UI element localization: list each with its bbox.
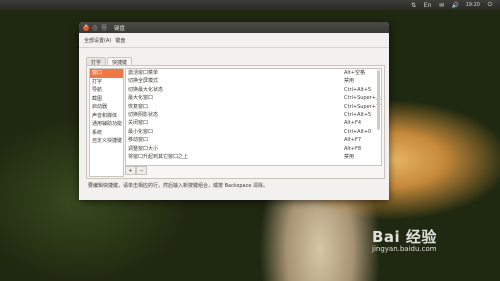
network-icon[interactable]: ⇅: [410, 1, 418, 9]
shortcut-action: 移动窗口: [128, 137, 149, 144]
shortcut-key: 禁用: [344, 153, 355, 160]
shortcut-list: 激活窗口菜单 Alt+空格 切换全屏模式 禁用 切换最大化状态 Ctrl+Alt+5 …: [125, 68, 382, 166]
shortcut-action: 激活窗口菜单: [128, 70, 159, 76]
watermark-url: jingyan.baidu.com: [372, 245, 437, 253]
category-item-navigation[interactable]: 导航: [90, 86, 123, 95]
list-toolbar: + −: [125, 166, 147, 175]
shortcut-action: 将窗口升起到其它窗口之上: [128, 153, 189, 160]
category-item-custom[interactable]: 自定义快捷键: [90, 137, 123, 146]
shortcut-action: 切换全屏模式: [128, 78, 159, 85]
shortcut-key: Alt+F7: [344, 137, 362, 144]
remove-shortcut-button[interactable]: −: [136, 166, 147, 175]
table-row[interactable]: 恢复窗口 Ctrl+Super+下: [126, 103, 381, 111]
watermark-brand: Bai 经验: [372, 228, 437, 246]
shortcut-key: Ctrl+Alt+5: [344, 86, 372, 93]
clock[interactable]: 19:20: [466, 2, 480, 8]
table-row[interactable]: 激活窗口菜单 Alt+空格: [126, 69, 381, 77]
category-item-system[interactable]: 系统: [90, 129, 123, 138]
category-item-accessibility[interactable]: 通用辅助功能: [90, 120, 123, 129]
minimize-icon[interactable]: –: [92, 24, 98, 31]
close-icon[interactable]: ×: [83, 24, 89, 31]
table-row[interactable]: 调整窗口大小 Alt+F8: [126, 145, 381, 153]
keyboard-settings-window: × – □ 键盘 全部设置(A) 键盘 打字 快捷键 窗口 打字 导航 截图 启…: [79, 22, 389, 200]
keyboard-layout-indicator[interactable]: En: [424, 1, 432, 9]
table-row[interactable]: 最小化窗口 Ctrl+Alt+0: [126, 128, 381, 136]
shortcut-action: 切换最大化状态: [128, 86, 164, 93]
edit-hint-text: 要编辑快捷键，请单击相应的行，然后输入新按键组合，或按 Backspace 清除…: [88, 183, 268, 189]
shortcut-action: 最小化窗口: [128, 128, 154, 135]
shortcut-key: Ctrl+Super+下: [344, 103, 381, 110]
maximize-icon[interactable]: □: [101, 24, 107, 31]
shortcut-key: Alt+F8: [344, 145, 362, 152]
window-titlebar[interactable]: × – □ 键盘: [79, 22, 389, 33]
category-list: 窗口 打字 导航 截图 启动器 声音和媒体 通用辅助功能 系统 自定义快捷键: [89, 68, 124, 177]
shortcut-key: Ctrl+Alt+0: [344, 128, 372, 135]
table-row[interactable]: 将窗口升起到其它窗口之上 禁用: [126, 153, 381, 161]
power-icon[interactable]: ⏻: [486, 1, 494, 9]
mail-icon[interactable]: ✉: [438, 1, 446, 9]
add-shortcut-button[interactable]: +: [125, 166, 136, 175]
shortcut-action: 最大化窗口: [128, 95, 154, 102]
shortcut-action: 关闭窗口: [128, 120, 149, 127]
category-item-sound-media[interactable]: 声音和媒体: [90, 112, 123, 121]
baidu-jingyan-watermark: Bai 经验 jingyan.baidu.com: [372, 226, 437, 253]
shortcut-key: Alt+空格: [344, 70, 365, 76]
shortcut-action: 切换阴影状态: [128, 111, 159, 118]
settings-breadcrumb: 全部设置(A) 键盘: [79, 33, 389, 48]
window-title: 键盘: [114, 25, 126, 32]
table-row[interactable]: 切换全屏模式 禁用: [126, 77, 381, 85]
current-panel-label: 键盘: [115, 37, 126, 44]
list-scrollbar[interactable]: [377, 70, 380, 130]
top-panel: ⇅ En ✉ 🔊 19:20 ⏻: [0, 0, 500, 10]
shortcut-action: 调整窗口大小: [128, 145, 159, 152]
shortcuts-panel: 窗口 打字 导航 截图 启动器 声音和媒体 通用辅助功能 系统 自定义快捷键 激…: [86, 65, 385, 179]
category-item-screenshots[interactable]: 截图: [90, 95, 123, 104]
table-row[interactable]: 切换阴影状态 Ctrl+Alt+5: [126, 111, 381, 119]
all-settings-button[interactable]: 全部设置(A): [84, 37, 111, 44]
shortcut-key: Alt+F4: [344, 120, 362, 127]
category-item-typing[interactable]: 打字: [90, 78, 123, 87]
category-item-launchers[interactable]: 启动器: [90, 103, 123, 112]
table-row[interactable]: 移动窗口 Alt+F7: [126, 136, 381, 144]
shortcut-key: Ctrl+Alt+5: [344, 111, 372, 118]
shortcut-key: 禁用: [344, 78, 355, 85]
shortcut-key: Ctrl+Super+上: [344, 95, 381, 102]
table-row[interactable]: 最大化窗口 Ctrl+Super+上: [126, 94, 381, 102]
table-row[interactable]: 切换最大化状态 Ctrl+Alt+5: [126, 86, 381, 94]
volume-icon[interactable]: 🔊: [452, 1, 460, 9]
shortcut-action: 恢复窗口: [128, 103, 149, 110]
category-item-windows[interactable]: 窗口: [90, 69, 123, 78]
table-row[interactable]: 关闭窗口 Alt+F4: [126, 119, 381, 127]
